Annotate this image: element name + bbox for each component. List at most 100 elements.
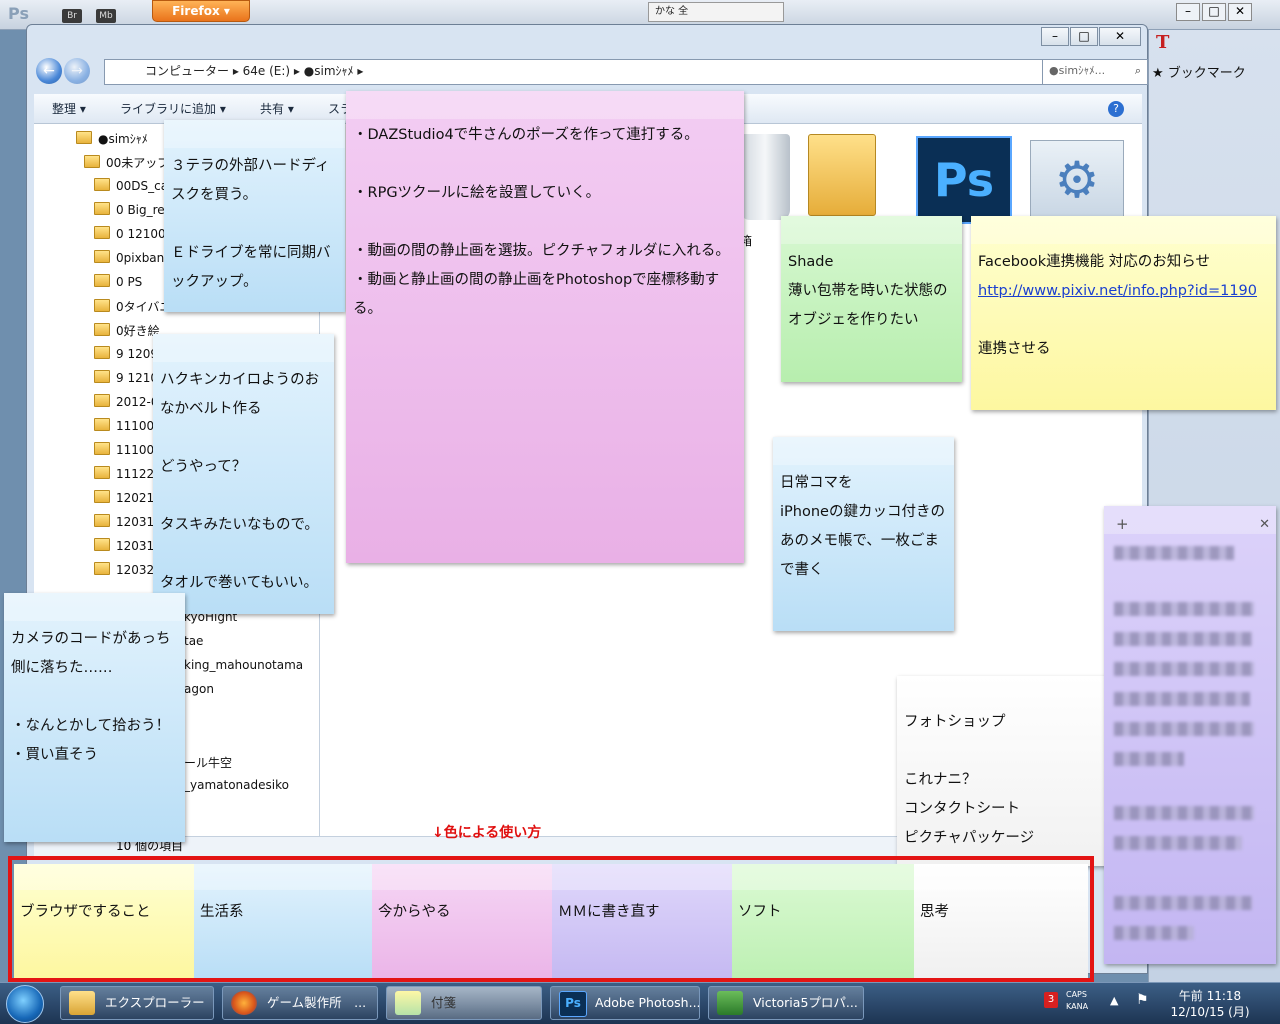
tree-item[interactable]: tae — [184, 634, 203, 648]
note-text[interactable]: Shade 薄い包帯を時いた状態のオブジェを作りたい — [788, 248, 955, 335]
legend-label: ↓色による使い方 — [432, 825, 542, 841]
forward-arrow-icon[interactable]: → — [64, 58, 90, 84]
note-text: 連携させる — [978, 341, 1051, 357]
sticky-note[interactable]: ・DAZStudio4で牛さんのポーズを作って連打する。 ・RPGツクールに絵を… — [346, 91, 744, 563]
help-icon[interactable]: ? — [1108, 101, 1124, 117]
tree-item[interactable]: 111001 — [94, 418, 162, 433]
recycle-bin-icon[interactable] — [740, 134, 790, 220]
clock-date: 12/10/15 (月) — [1170, 1005, 1250, 1019]
minibridge-mini-button[interactable]: Mb — [96, 9, 116, 23]
clock[interactable]: 午前 11:18 12/10/15 (月) — [1162, 988, 1258, 1020]
folder-icon — [94, 394, 110, 407]
tree-item[interactable]: 0好き絵 — [94, 322, 160, 339]
note-text[interactable]: ・DAZStudio4で牛さんのポーズを作って連打する。 ・RPGツクールに絵を… — [353, 121, 737, 324]
organize-button[interactable]: 整理 ▾ — [52, 94, 86, 124]
tree-item[interactable]: agon — [184, 682, 214, 696]
note-text[interactable]: ３テラの外部ハードディスクを買う。 Ｅドライブを常に同期バックアップ。 — [171, 152, 338, 297]
sticky-note[interactable]: ハクキンカイロようのおなかベルト作る どうやって？ タスキみたいなもので。 タオ… — [153, 334, 334, 614]
folder-icon — [76, 131, 92, 144]
add-note-icon[interactable]: + — [1116, 510, 1129, 539]
firefox-menu-button[interactable]: Firefox ▾ — [152, 0, 250, 22]
note-title: Facebook連携機能 対応のお知らせ — [978, 254, 1210, 270]
folder-icon — [94, 538, 110, 551]
photoshop-shortcut-icon[interactable]: Ps — [916, 136, 1012, 224]
start-button[interactable] — [6, 985, 44, 1023]
tree-item[interactable]: 111220 — [94, 466, 162, 481]
taskbar-photoshop[interactable]: Ps Adobe Photosh... — [550, 986, 700, 1020]
address-row: ← → コンピューター ▸ 64e (E:) ▸ ●simｼｬﾒ ▸ ●simｼ… — [34, 58, 1148, 86]
folder-icon — [94, 202, 110, 215]
bridge-mini-button[interactable]: Br — [62, 9, 82, 23]
tree-item[interactable]: 9 1210 — [94, 370, 158, 385]
note-text[interactable]: カメラのコードがあっち側に落ちた…… ・なんとかして拾おう！ ・買い直そう — [11, 625, 178, 770]
tree-item[interactable]: 0pixbann — [94, 250, 172, 265]
tree-item[interactable]: _yamatonadesiko — [184, 778, 289, 792]
tree-item[interactable]: 0 Big_re — [94, 202, 165, 217]
search-input[interactable]: ●simｼｬﾒ... ⌕ — [1042, 59, 1148, 85]
minimize-icon[interactable]: – — [1041, 27, 1069, 46]
tree-item[interactable]: king_mahounotama — [184, 658, 303, 672]
tree-item[interactable]: 00DS_ca — [94, 178, 168, 193]
sticky-note[interactable]: ３テラの外部ハードディスクを買う。 Ｅドライブを常に同期バックアップ。 — [164, 120, 345, 312]
kana-indicator: KANA — [1066, 1002, 1089, 1011]
tree-item[interactable]: 120310 — [94, 514, 162, 529]
tree-item[interactable]: 120216 — [94, 490, 162, 505]
folder-icon — [94, 299, 110, 312]
sticky-note[interactable]: フォトショップ これナニ？ コンタクトシート ピクチャパッケージ — [897, 676, 1107, 866]
taskbar-victoria[interactable]: Victoria5プロパ... — [708, 986, 864, 1020]
background-window-controls: – □ ✕ — [1174, 3, 1252, 21]
taskbar-explorer[interactable]: エクスプローラー — [60, 986, 214, 1020]
sticky-note[interactable]: Shade 薄い包帯を時いた状態のオブジェを作りたい — [781, 216, 962, 382]
folder-icon[interactable] — [808, 134, 876, 216]
folder-icon — [94, 250, 110, 263]
address-bar[interactable]: コンピューター ▸ 64e (E:) ▸ ●simｼｬﾒ ▸ — [104, 59, 1046, 85]
note-text[interactable]: 日常コマを iPhoneの鍵カッコ付きのあのメモ帳で、一枚ごまで書く — [780, 469, 947, 585]
folder-icon — [84, 155, 100, 168]
maximize-icon[interactable]: □ — [1070, 27, 1098, 46]
close-icon[interactable]: ✕ — [1259, 510, 1270, 539]
network-icon[interactable]: ⚑ — [1136, 992, 1149, 1008]
folder-icon — [94, 274, 110, 287]
settings-gear-icon[interactable]: ⚙ — [1030, 140, 1124, 222]
close-icon[interactable]: ✕ — [1099, 27, 1141, 46]
tree-item[interactable]: 9 1209 — [94, 346, 158, 361]
language-bar[interactable]: かな 全 — [648, 2, 784, 22]
tree-item[interactable]: ール牛空 — [184, 754, 232, 771]
tree-item[interactable]: 0タイバニ — [94, 298, 171, 315]
photoshop-logo: Ps — [8, 4, 29, 23]
tree-item[interactable]: 111008 — [94, 442, 162, 457]
folder-icon — [94, 466, 110, 479]
tree-item[interactable]: 00未アップ — [84, 154, 169, 171]
sticky-note[interactable]: 日常コマを iPhoneの鍵カッコ付きのあのメモ帳で、一枚ごまで書く — [773, 437, 954, 631]
folder-icon — [94, 562, 110, 575]
close-icon[interactable]: ✕ — [1228, 3, 1252, 21]
t-toolbar-icon[interactable]: T — [1156, 32, 1169, 53]
tree-item[interactable]: 120324 — [94, 562, 162, 577]
language-mode-text: かな 全 — [655, 6, 689, 17]
firefox-icon — [231, 991, 257, 1015]
tree-root[interactable]: ●simｼｬﾒ — [76, 130, 148, 147]
explorer-window-controls: – □ ✕ — [1040, 27, 1141, 46]
note-text[interactable]: フォトショップ これナニ？ コンタクトシート ピクチャパッケージ — [904, 708, 1100, 853]
pixiv-info-link[interactable]: http://www.pixiv.net/info.php?id=1190 — [978, 283, 1257, 299]
folder-icon — [94, 226, 110, 239]
tree-item[interactable]: 2012-0 — [94, 394, 159, 409]
taskbar-firefox[interactable]: ゲーム製作所 ... — [222, 986, 378, 1020]
tree-item[interactable]: 0 PS — [94, 274, 142, 289]
tree-item[interactable]: 120310 — [94, 538, 162, 553]
show-hidden-icons-icon[interactable]: ▲ — [1110, 994, 1118, 1007]
folder-icon — [94, 418, 110, 431]
minimize-icon[interactable]: – — [1176, 3, 1200, 21]
sticky-notes-icon — [395, 991, 421, 1015]
sticky-note[interactable]: カメラのコードがあっち側に落ちた…… ・なんとかして拾おう！ ・買い直そう — [4, 593, 185, 842]
note-text[interactable]: ハクキンカイロようのおなかベルト作る どうやって？ タスキみたいなもので。 タオ… — [160, 366, 327, 598]
notification-badge-icon[interactable]: 3 — [1044, 992, 1058, 1008]
tree-item[interactable]: 0 121002 — [94, 226, 173, 241]
maximize-icon[interactable]: □ — [1202, 3, 1226, 21]
sticky-note-blurred[interactable]: + ✕ — [1104, 506, 1276, 964]
taskbar-sticky-notes[interactable]: 付箋 — [386, 986, 542, 1020]
bookmark-menu[interactable]: ★ ブックマーク — [1152, 62, 1246, 81]
back-arrow-icon[interactable]: ← — [36, 58, 62, 84]
system-tray: 3 CAPS KANA ▲ ⚑ 午前 11:18 12/10/15 (月) — [1040, 986, 1280, 1022]
sticky-note[interactable]: Facebook連携機能 対応のお知らせ http://www.pixiv.ne… — [971, 216, 1276, 410]
